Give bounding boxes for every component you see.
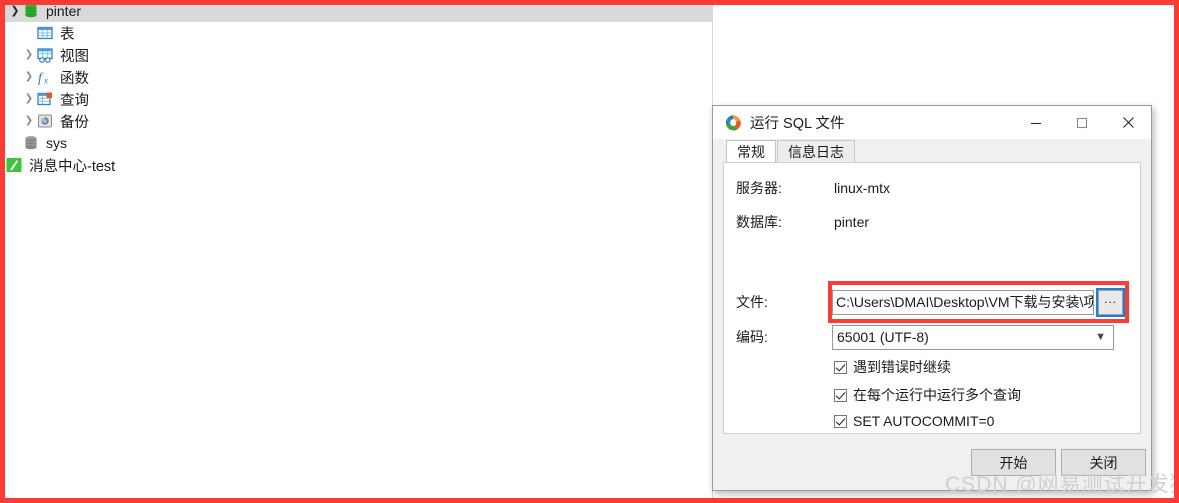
server-label: 服务器: <box>736 180 782 196</box>
dialog-title: 运行 SQL 文件 <box>750 116 845 132</box>
table-icon <box>36 24 54 42</box>
database-icon <box>22 134 40 152</box>
encoding-row: 编码: 65001 (UTF-8) ▼ <box>724 324 1140 350</box>
file-row: 文件: C:\Users\DMAI\Desktop\VM下载与安装\项 ... <box>724 287 1140 317</box>
database-value: pinter <box>834 214 870 230</box>
encoding-value: 65001 (UTF-8) <box>837 329 929 345</box>
close-button[interactable]: 关闭 <box>1061 449 1146 476</box>
maximize-icon[interactable] <box>1059 106 1105 139</box>
navicat-icon <box>724 114 742 132</box>
query-icon <box>36 90 54 108</box>
view-icon <box>36 46 54 64</box>
chevron-right-icon[interactable]: ❯ <box>22 94 36 104</box>
encoding-label: 编码: <box>736 329 768 345</box>
file-path-input[interactable]: C:\Users\DMAI\Desktop\VM下载与安装\项 <box>832 289 1094 315</box>
tree-item-functions[interactable]: ❯ f x 函数 <box>0 66 712 88</box>
tab-general[interactable]: 常规 <box>726 140 776 162</box>
tab-message-log[interactable]: 信息日志 <box>777 140 855 162</box>
function-icon: f x <box>36 68 54 86</box>
encoding-select[interactable]: 65001 (UTF-8) ▼ <box>832 324 1114 350</box>
continue-on-error-label: 遇到错误时继续 <box>853 359 951 375</box>
database-icon <box>22 2 40 20</box>
chevron-down-icon: ▼ <box>1095 331 1106 343</box>
general-tab-panel: 服务器: linux-mtx 数据库: pinter 文件: C:\Users\… <box>723 162 1141 434</box>
multiple-queries-label: 在每个运行中运行多个查询 <box>853 387 1021 403</box>
tree-item-tables[interactable]: 表 <box>0 22 712 44</box>
tree-item-connection-message-center[interactable]: 消息中心-test <box>0 154 712 176</box>
tree-item-queries[interactable]: ❯ 查询 <box>0 88 712 110</box>
dialog-footer: 开始 关闭 <box>713 440 1151 490</box>
tree-item-backups[interactable]: ❯ 备份 <box>0 110 712 132</box>
chevron-right-icon[interactable]: ❯ <box>22 72 36 82</box>
database-row: 数据库: pinter <box>724 209 1140 235</box>
chevron-right-icon[interactable]: ❯ <box>22 116 36 126</box>
set-autocommit-checkbox-row[interactable]: SET AUTOCOMMIT=0 <box>834 413 994 429</box>
start-button[interactable]: 开始 <box>971 449 1056 476</box>
set-autocommit-label: SET AUTOCOMMIT=0 <box>853 413 995 429</box>
multiple-queries-checkbox[interactable] <box>834 388 847 402</box>
tree-item-label: 视图 <box>60 48 89 65</box>
tree-item-label: 表 <box>60 26 75 43</box>
tree-item-label: 消息中心-test <box>29 158 116 175</box>
tree-item-label: sys <box>46 135 67 151</box>
minimize-icon[interactable] <box>1013 106 1059 139</box>
dialog-tabs: 常规 信息日志 <box>713 139 1151 162</box>
database-label: 数据库: <box>736 214 782 230</box>
tree-item-label: 函数 <box>60 70 89 87</box>
svg-text:x: x <box>43 76 48 86</box>
chevron-down-icon[interactable]: ❯ <box>8 5 22 17</box>
database-navigator-panel: ❯ pinter 表 ❯ 视图 ❯ f x 函数 ❯ 查询 ❯ 备份 sys 消… <box>0 0 713 503</box>
tree-item-sys[interactable]: sys <box>0 132 712 154</box>
file-path-value: C:\Users\DMAI\Desktop\VM下载与安装\项 <box>836 294 1094 310</box>
server-value: linux-mtx <box>834 180 891 196</box>
close-icon[interactable] <box>1105 106 1151 139</box>
set-autocommit-checkbox[interactable] <box>834 414 847 428</box>
tree-item-label: 查询 <box>60 92 89 109</box>
file-label: 文件: <box>736 294 768 310</box>
dialog-titlebar[interactable]: 运行 SQL 文件 <box>713 106 1151 139</box>
continue-on-error-checkbox-row[interactable]: 遇到错误时继续 <box>834 357 951 377</box>
continue-on-error-checkbox[interactable] <box>834 360 847 374</box>
connection-icon <box>5 156 23 174</box>
tree-item-views[interactable]: ❯ 视图 <box>0 44 712 66</box>
multiple-queries-checkbox-row[interactable]: 在每个运行中运行多个查询 <box>834 385 1021 405</box>
run-sql-file-dialog: 运行 SQL 文件 常规 信息日志 服务器: linux-mtx 数据库: pi… <box>712 105 1152 491</box>
tree-item-label: pinter <box>46 3 82 19</box>
window-controls <box>1013 106 1151 139</box>
server-row: 服务器: linux-mtx <box>724 175 1140 201</box>
tree-item-pinter[interactable]: ❯ pinter <box>0 0 712 22</box>
backup-icon <box>36 112 54 130</box>
screenshot-root: ❯ pinter 表 ❯ 视图 ❯ f x 函数 ❯ 查询 ❯ 备份 sys 消… <box>0 0 1179 503</box>
browse-file-button[interactable]: ... <box>1096 287 1125 317</box>
chevron-right-icon[interactable]: ❯ <box>22 50 36 60</box>
tree-item-label: 备份 <box>60 114 89 131</box>
